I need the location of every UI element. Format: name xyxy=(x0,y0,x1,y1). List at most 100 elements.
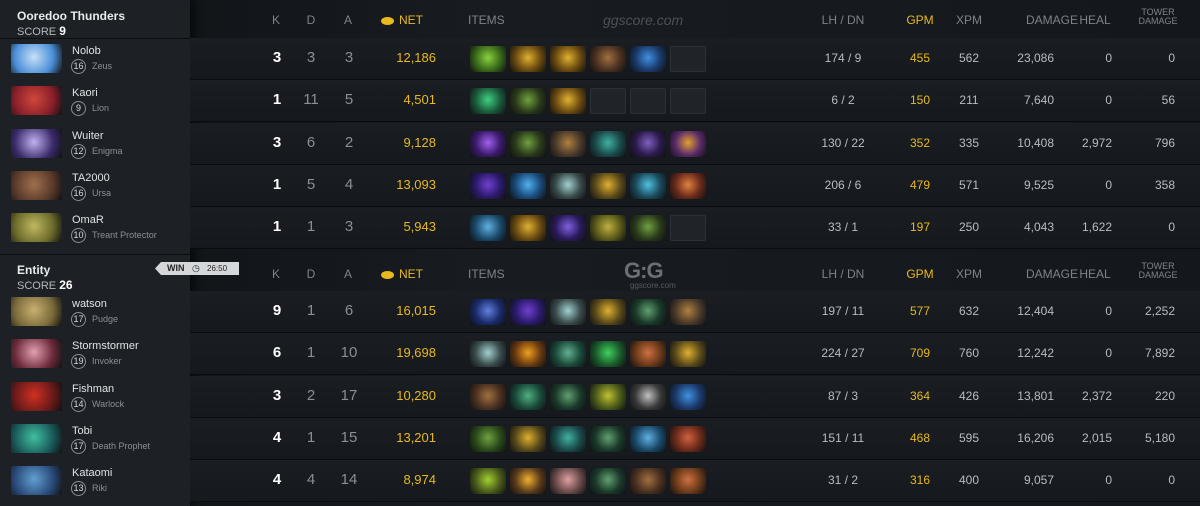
stat-kills: 4 xyxy=(272,428,282,446)
item-icon[interactable] xyxy=(470,299,506,325)
item-icon[interactable] xyxy=(470,468,506,495)
item-icon[interactable] xyxy=(590,383,626,410)
item-icon[interactable] xyxy=(630,46,666,72)
item-icon[interactable] xyxy=(630,341,666,368)
item-icon[interactable] xyxy=(470,88,506,115)
item-icon[interactable] xyxy=(670,468,706,495)
item-icon[interactable] xyxy=(630,425,666,452)
stat-net-worth: 9,128 xyxy=(403,134,436,150)
stat-gpm: 479 xyxy=(909,177,931,192)
stat-deaths: 1 xyxy=(306,428,316,446)
player-name[interactable]: Kaori xyxy=(72,87,98,99)
item-icon[interactable] xyxy=(550,88,586,115)
item-icon[interactable] xyxy=(510,215,546,242)
item-icon[interactable] xyxy=(670,299,706,325)
player-name[interactable]: Stormstormer xyxy=(72,340,139,352)
stat-damage: 9,057 xyxy=(1023,473,1054,488)
item-icon[interactable] xyxy=(590,299,626,325)
item-icon[interactable] xyxy=(510,383,546,410)
player-card[interactable]: Kataomi 13 Riki xyxy=(0,461,190,503)
item-icon[interactable] xyxy=(630,299,666,325)
item-icon[interactable] xyxy=(550,215,586,242)
item-icon[interactable] xyxy=(470,172,506,199)
item-icon[interactable] xyxy=(550,130,586,157)
item-icon[interactable] xyxy=(470,215,506,242)
player-name[interactable]: Fishman xyxy=(72,383,114,395)
player-card[interactable]: Stormstormer 19 Invoker xyxy=(0,334,190,376)
item-icon[interactable] xyxy=(510,130,546,157)
header-assists: A xyxy=(343,13,352,27)
item-icon[interactable] xyxy=(550,468,586,495)
item-icon[interactable] xyxy=(590,130,626,157)
stat-xpm: 335 xyxy=(958,135,980,150)
player-name[interactable]: Tobi xyxy=(72,425,92,437)
player-card[interactable]: Kaori 9 Lion xyxy=(0,81,190,123)
item-icon[interactable] xyxy=(470,46,506,72)
player-card[interactable]: OmaR 10 Treant Protector xyxy=(0,208,190,250)
player-name[interactable]: TA2000 xyxy=(72,172,110,184)
item-icon[interactable] xyxy=(550,46,586,72)
item-icon[interactable] xyxy=(590,46,626,72)
item-icon[interactable] xyxy=(630,383,666,410)
hero-name: Treant Protector xyxy=(92,230,157,241)
item-icon[interactable] xyxy=(550,341,586,368)
item-icon[interactable] xyxy=(670,172,706,199)
stat-damage: 13,801 xyxy=(1017,388,1054,403)
stat-lh-dn: 224 / 27 xyxy=(821,346,865,361)
player-card[interactable]: Nolob 16 Zeus xyxy=(0,39,190,81)
hero-level-badge: 9 xyxy=(71,101,86,117)
item-icon[interactable] xyxy=(670,130,706,157)
item-icon[interactable] xyxy=(590,215,626,242)
item-icon[interactable] xyxy=(510,172,546,199)
item-icon[interactable] xyxy=(510,468,546,495)
item-icon[interactable] xyxy=(510,425,546,452)
stat-heal: 2,972 xyxy=(1081,135,1112,150)
player-name[interactable]: Wuiter xyxy=(72,130,104,142)
player-name[interactable]: Kataomi xyxy=(72,467,112,479)
item-icon[interactable] xyxy=(670,341,706,368)
header-deaths: D xyxy=(306,13,316,27)
header-net-label: NET xyxy=(399,13,423,27)
item-icon[interactable] xyxy=(470,341,506,368)
item-icon[interactable] xyxy=(630,172,666,199)
item-icon[interactable] xyxy=(510,88,546,115)
item-icon[interactable] xyxy=(590,172,626,199)
item-icon[interactable] xyxy=(510,341,546,368)
player-name[interactable]: Nolob xyxy=(72,45,101,57)
item-icon[interactable] xyxy=(470,383,506,410)
empty-item-slot xyxy=(630,88,666,115)
item-icon[interactable] xyxy=(550,299,586,325)
item-icon[interactable] xyxy=(550,383,586,410)
player-name[interactable]: watson xyxy=(72,298,107,310)
stat-heal: 0 xyxy=(1105,51,1112,65)
item-icon[interactable] xyxy=(630,130,666,157)
player-name[interactable]: OmaR xyxy=(72,214,104,226)
item-icon[interactable] xyxy=(590,468,626,495)
empty-item-slot xyxy=(670,46,706,72)
item-icon[interactable] xyxy=(590,341,626,368)
player-card[interactable]: TA2000 16 Ursa xyxy=(0,166,190,208)
player-card[interactable]: watson 17 Pudge xyxy=(0,292,190,334)
stat-net-worth: 16,015 xyxy=(396,303,436,318)
item-icon[interactable] xyxy=(590,425,626,452)
item-icon[interactable] xyxy=(510,299,546,325)
stat-damage: 12,242 xyxy=(1017,346,1054,361)
game-duration: 26:50 xyxy=(207,264,228,273)
player-card[interactable]: Wuiter 12 Enigma xyxy=(0,124,190,166)
item-icon[interactable] xyxy=(670,383,706,410)
player-card[interactable]: Fishman 14 Warlock xyxy=(0,377,190,419)
item-icon[interactable] xyxy=(550,425,586,452)
stat-heal: 0 xyxy=(1105,346,1112,361)
item-icon[interactable] xyxy=(510,46,546,72)
item-icon[interactable] xyxy=(550,172,586,199)
stat-lh-dn: 6 / 2 xyxy=(831,93,855,108)
header-deaths: D xyxy=(306,267,316,281)
item-icon[interactable] xyxy=(670,425,706,452)
player-card[interactable]: Tobi 17 Death Prophet xyxy=(0,419,190,461)
item-icon[interactable] xyxy=(630,468,666,495)
item-icon[interactable] xyxy=(470,425,506,452)
stat-lh-dn: 174 / 9 xyxy=(824,51,862,65)
header-items: ITEMS xyxy=(468,267,505,281)
item-icon[interactable] xyxy=(470,130,506,157)
item-icon[interactable] xyxy=(630,215,666,242)
